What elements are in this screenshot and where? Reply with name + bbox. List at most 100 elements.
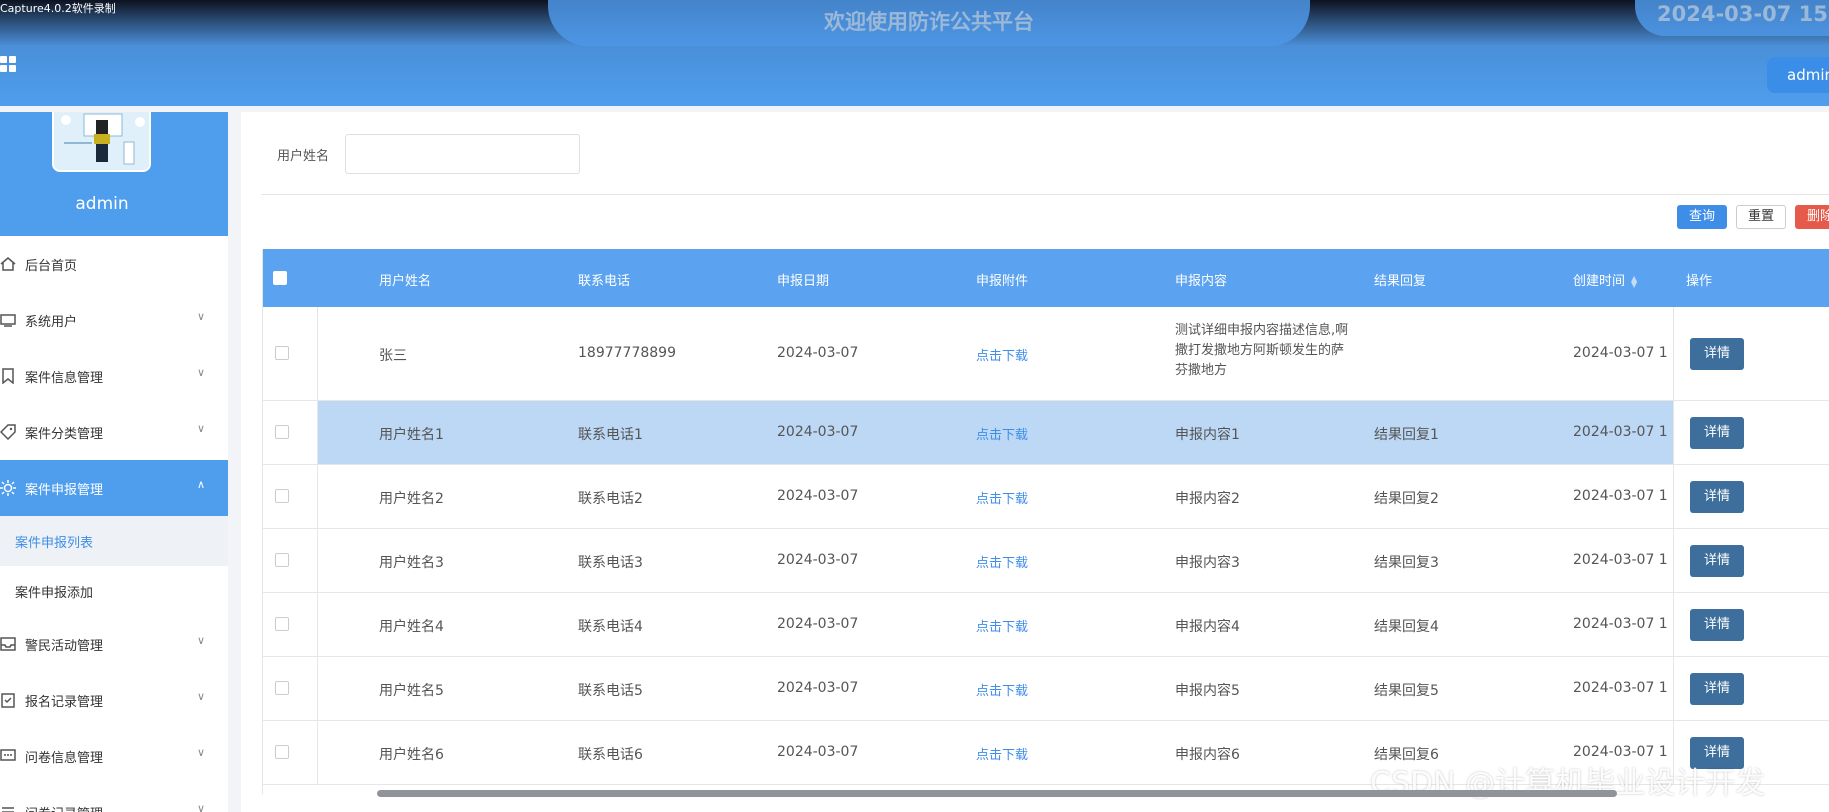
row-checkbox[interactable] — [275, 745, 289, 759]
cell-result-reply: 结果回复1 — [1374, 427, 1439, 443]
detail-button[interactable]: 详情 — [1690, 609, 1744, 641]
cell-created-time: 2024-03-07 1 — [1573, 488, 1668, 504]
cell-report-content: 申报内容2 — [1175, 491, 1240, 507]
row-checkbox[interactable] — [275, 617, 289, 631]
sidebar-subitem-case-report-add[interactable]: 案件申报添加 — [0, 566, 228, 616]
cell-result-reply: 结果回复3 — [1374, 555, 1439, 571]
username-search-input[interactable] — [345, 134, 580, 174]
select-all-checkbox[interactable] — [273, 271, 287, 285]
sidebar-item-case-category[interactable]: 案件分类管理 ∨ — [0, 404, 228, 460]
cell-phone: 联系电话6 — [578, 747, 643, 763]
chevron-down-icon: ∨ — [197, 310, 206, 323]
table-row[interactable]: 用户姓名4 联系电话4 2024-03-07 点击下载 申报内容4 结果回复4 2024-0… — [263, 593, 1829, 657]
table-row[interactable]: 用户姓名2 联系电话2 2024-03-07 点击下载 申报内容2 结果回复2 2024-0… — [263, 465, 1829, 529]
column-header: 联系电话 — [578, 274, 631, 289]
cell-created-time: 2024-03-07 1 — [1573, 552, 1668, 568]
cell-username: 用户姓名4 — [379, 619, 444, 635]
sidebar-item-police-activity[interactable]: 警民活动管理 ∨ — [0, 616, 228, 672]
download-link[interactable]: 点击下载 — [976, 345, 1028, 364]
sidebar-item-signup-records[interactable]: 报名记录管理 ∨ — [0, 672, 228, 728]
monitor-icon — [0, 312, 16, 328]
sun-icon — [0, 480, 16, 496]
detail-button[interactable]: 详情 — [1690, 417, 1744, 449]
table-row[interactable]: 用户姓名5 联系电话5 2024-03-07 点击下载 申报内容5 结果回复5 2024-0… — [263, 657, 1829, 721]
row-select-cell — [263, 593, 318, 656]
column-header: 用户姓名 — [379, 274, 432, 289]
detail-button[interactable]: 详情 — [1690, 338, 1744, 370]
inbox-icon — [0, 636, 16, 652]
row-select-cell — [263, 721, 318, 784]
cell-result-reply: 结果回复4 — [1374, 619, 1439, 635]
table-row[interactable]: 用户姓名1 联系电话1 2024-03-07 点击下载 申报内容1 结果回复1 2024-0… — [263, 401, 1829, 465]
sidebar-item-system-users[interactable]: 系统用户 ∨ — [0, 292, 228, 348]
action-cell: 详情 — [1673, 465, 1829, 528]
table-row[interactable]: 用户姓名3 联系电话3 2024-03-07 点击下载 申报内容3 结果回复3 2024-0… — [263, 529, 1829, 593]
cell-report-date: 2024-03-07 — [777, 744, 859, 760]
download-link[interactable]: 点击下载 — [976, 424, 1028, 443]
divider — [261, 194, 1829, 195]
cell-username: 用户姓名1 — [379, 427, 444, 443]
grid-menu-icon[interactable] — [0, 56, 18, 74]
column-header: 申报日期 — [777, 274, 830, 289]
query-button[interactable]: 查询 — [1677, 205, 1727, 229]
sidebar-subitem-case-report-list[interactable]: 案件申报列表 — [0, 516, 228, 566]
sidebar-item-case-info[interactable]: 案件信息管理 ∨ — [0, 348, 228, 404]
cell-created-time: 2024-03-07 1 — [1573, 345, 1668, 361]
cell-phone: 联系电话4 — [578, 619, 643, 635]
detail-button[interactable]: 详情 — [1690, 673, 1744, 705]
column-header-sortable[interactable]: 创建时间 ▲ ▼ — [1573, 270, 1637, 289]
row-select-cell — [263, 465, 318, 528]
sidebar-item-survey-records[interactable]: 问卷记录管理 ∨ — [0, 784, 228, 812]
action-cell: 详情 — [1673, 593, 1829, 656]
row-checkbox[interactable] — [275, 425, 289, 439]
table-header: 用户姓名 联系电话 申报日期 申报附件 申报内容 结果回复 创建时间 ▲ ▼ 操作 — [263, 249, 1829, 307]
column-header: 操作 — [1686, 274, 1713, 289]
sidebar-subitem-label: 案件申报列表 — [15, 536, 94, 551]
detail-button[interactable]: 详情 — [1690, 481, 1744, 513]
chat-icon — [0, 748, 16, 764]
table-row[interactable]: 张三 18977778899 2024-03-07 点击下载 测试详细申报内容描述信息,… — [263, 307, 1829, 401]
sidebar: admin 后台首页 系统用户 ∨ 案件信息管理 ∨ 案件分类管理 ∨ 案件申报… — [0, 112, 228, 812]
reset-button[interactable]: 重置 — [1736, 205, 1786, 229]
row-checkbox[interactable] — [275, 681, 289, 695]
cell-report-content: 测试详细申报内容描述信息,啊撒打发撒地方阿斯顿发生的萨芬撒地方 — [1175, 323, 1349, 378]
row-select-cell — [263, 529, 318, 592]
sidebar-username: admin — [75, 194, 129, 214]
sidebar-item-label: 问卷信息管理 — [25, 751, 104, 766]
cell-report-date: 2024-03-07 — [777, 552, 859, 568]
cell-username: 张三 — [379, 348, 407, 364]
action-cell: 详情 — [1673, 307, 1829, 400]
download-link[interactable]: 点击下载 — [976, 680, 1028, 699]
cell-created-time: 2024-03-07 1 — [1573, 680, 1668, 696]
detail-button[interactable]: 详情 — [1690, 545, 1744, 577]
user-menu-button[interactable]: admin — [1767, 57, 1829, 93]
page-title: 欢迎使用防诈公共平台 — [824, 10, 1034, 34]
column-header: 结果回复 — [1374, 274, 1427, 289]
sidebar-item-label: 系统用户 — [25, 315, 78, 330]
chevron-down-icon: ∨ — [197, 634, 206, 647]
chevron-down-icon: ∨ — [197, 746, 206, 759]
row-select-cell — [263, 307, 318, 400]
download-link[interactable]: 点击下载 — [976, 616, 1028, 635]
cell-created-time: 2024-03-07 1 — [1573, 616, 1668, 632]
sort-icon[interactable]: ▲ ▼ — [1631, 274, 1637, 288]
download-link[interactable]: 点击下载 — [976, 744, 1028, 763]
cell-phone: 18977778899 — [578, 345, 676, 361]
row-checkbox[interactable] — [275, 489, 289, 503]
sidebar-item-home[interactable]: 后台首页 — [0, 236, 228, 292]
horizontal-scrollbar[interactable] — [377, 790, 1617, 797]
download-link[interactable]: 点击下载 — [976, 488, 1028, 507]
sidebar-item-case-report[interactable]: 案件申报管理 ∧ — [0, 460, 228, 516]
sidebar-item-survey-info[interactable]: 问卷信息管理 ∨ — [0, 728, 228, 784]
tag-icon — [0, 424, 16, 441]
cell-result-reply: 结果回复5 — [1374, 683, 1439, 699]
download-link[interactable]: 点击下载 — [976, 552, 1028, 571]
cell-username: 用户姓名2 — [379, 491, 444, 507]
action-cell: 详情 — [1673, 401, 1829, 464]
row-checkbox[interactable] — [275, 346, 289, 360]
row-checkbox[interactable] — [275, 553, 289, 567]
sidebar-item-label: 案件申报管理 — [25, 483, 104, 498]
column-header: 申报内容 — [1175, 274, 1228, 289]
delete-button[interactable]: 删除 — [1795, 205, 1829, 229]
cell-report-date: 2024-03-07 — [777, 616, 859, 632]
